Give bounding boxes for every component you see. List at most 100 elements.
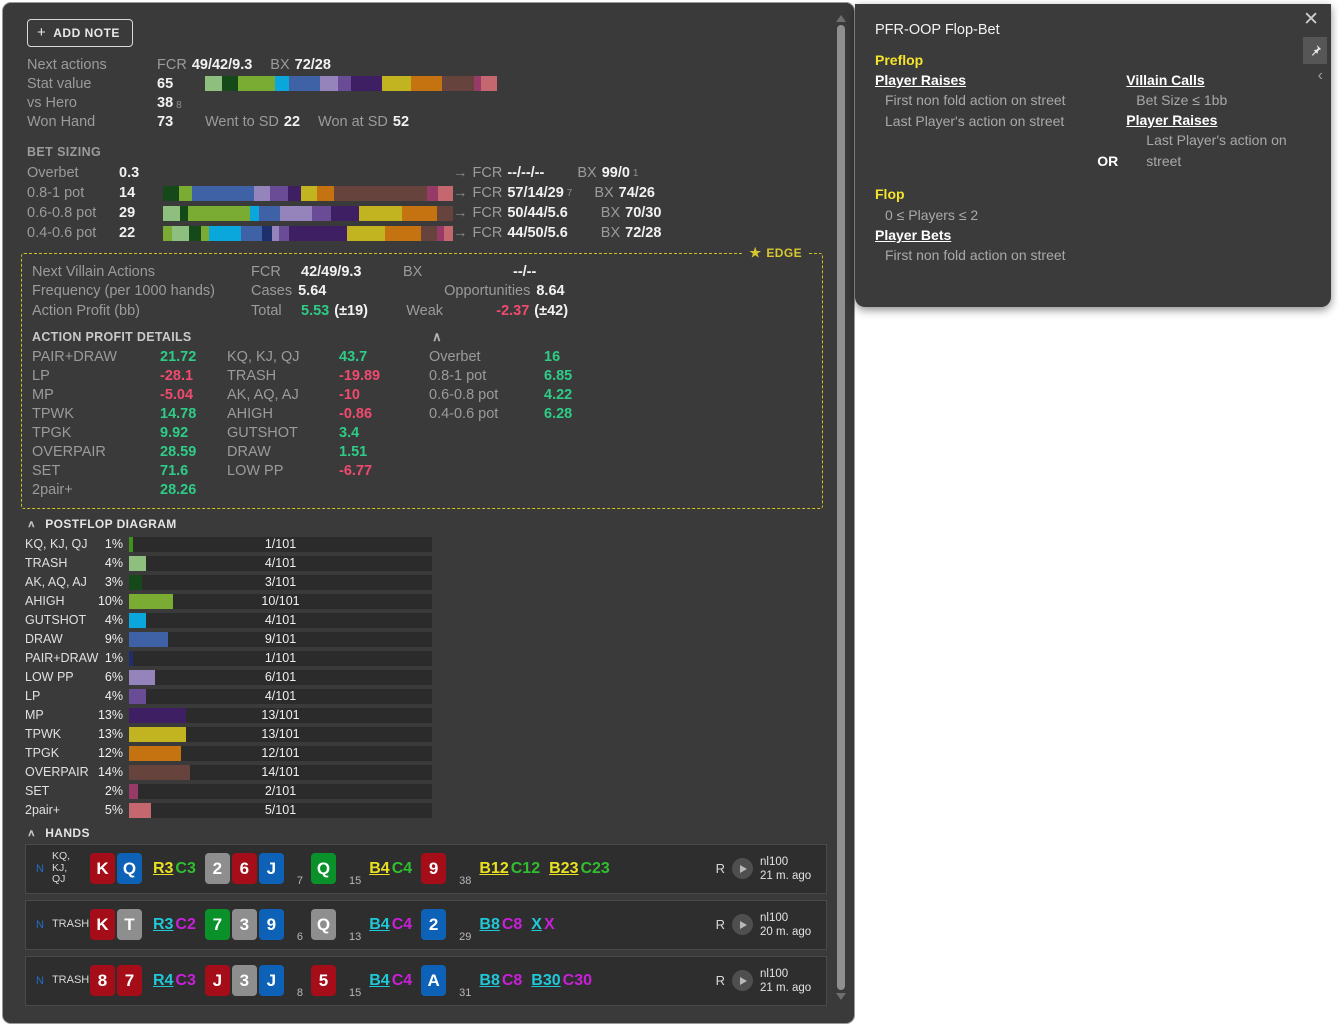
add-note-button[interactable]: + ADD NOTE xyxy=(27,19,133,47)
bar-segment xyxy=(441,76,475,91)
bar-segment xyxy=(278,225,290,241)
postflop-bar-track: 13/101 xyxy=(129,707,432,723)
postflop-count-label: 2/101 xyxy=(264,784,297,798)
preflop-right-line-2: Last Player's action on street xyxy=(1146,132,1287,169)
edge-label: EDGE xyxy=(766,246,802,260)
bet-action: B4 xyxy=(369,859,390,877)
vertical-scrollbar[interactable] xyxy=(834,3,848,1023)
action-profit-item: 0.8-1 pot 6.85 xyxy=(429,367,619,386)
board-cards: Q xyxy=(310,853,338,884)
action-profit-value: 3.4 xyxy=(339,425,360,441)
scrollbar-thumb[interactable] xyxy=(837,25,845,990)
timestamp-label: 21 m. ago xyxy=(760,869,812,882)
postflop-diagram-row: AHIGH 10% 10/101 xyxy=(25,592,841,611)
board-cards: A xyxy=(421,965,448,996)
postflop-count-label: 13/101 xyxy=(261,708,300,722)
playing-card: 8 xyxy=(89,965,115,996)
action-profit-name: GUTSHOT xyxy=(227,425,298,441)
bar-segment xyxy=(289,76,320,91)
replay-button[interactable] xyxy=(732,914,753,935)
bar-segment xyxy=(384,225,422,241)
action-profit-details-grid: PAIR+DRAW 21.72 LP -28.1 MP -5.04 TPWK 14.78 TPG… xyxy=(32,348,812,500)
replay-button[interactable] xyxy=(732,970,753,991)
bx-value: 72/28 xyxy=(625,225,662,241)
chevron-up-icon[interactable]: ∧ xyxy=(432,329,442,345)
bar-segment xyxy=(241,225,262,241)
action-profit-item: LP -28.1 xyxy=(32,367,227,386)
postflop-category-label: 2pair+ xyxy=(25,803,61,817)
bar-segment xyxy=(337,76,351,91)
postflop-bar-track: 3/101 xyxy=(129,574,432,590)
postflop-bar-track: 4/101 xyxy=(129,688,432,704)
bet-sizing-row: 0.4-0.6 pot 22 → FCR 44/50/5.6 BX 72/28 xyxy=(27,223,841,243)
bar-segment xyxy=(331,205,359,221)
preflop-or-label: OR xyxy=(1097,153,1119,169)
postflop-percent: 3% xyxy=(104,575,123,589)
won-hand-label: Won Hand xyxy=(27,113,96,130)
went-to-sd: Went to SD 22 xyxy=(205,114,300,130)
postflop-diagram-row: TPGK 12% 12/101 xyxy=(25,744,841,763)
add-note-label: ADD NOTE xyxy=(53,25,120,40)
close-icon[interactable]: ✕ xyxy=(1303,10,1319,29)
bet-sizing-stats: → FCR --/--/-- BX 99/0 1 xyxy=(453,165,638,181)
action-profit-name: 0.6-0.8 pot xyxy=(429,387,499,403)
playing-card: 2 xyxy=(421,909,447,940)
postflop-percent: 1% xyxy=(104,537,123,551)
playing-card: 7 xyxy=(204,909,230,940)
bar-segment xyxy=(249,205,259,221)
street-label-flop: Flop xyxy=(875,186,905,202)
playing-card: A xyxy=(421,965,447,996)
pin-button[interactable] xyxy=(1303,37,1327,64)
call-action: C3 xyxy=(175,859,196,877)
fcr-value: 50/44/5.6 xyxy=(507,205,568,221)
action-profit-value: 43.7 xyxy=(339,349,368,365)
bet-sizing-value: 14 xyxy=(119,185,136,201)
stake-label: nl100 xyxy=(760,967,789,980)
fcr-key: FCR xyxy=(472,205,503,221)
hand-row[interactable]: N TRASH K T R3 C2 7 3 9 6 Q 13 B4 C4 2 29 B8 C8 X X Rnl100 20… xyxy=(25,899,827,950)
action-profit-details-header[interactable]: ACTION PROFIT DETAILS ∧ xyxy=(32,321,812,348)
result-indicator: R xyxy=(715,861,725,876)
action-profit-name: Overbet xyxy=(429,349,481,365)
hands-header[interactable]: ∧ HANDS xyxy=(3,820,841,844)
collapse-left-icon[interactable]: ‹ xyxy=(1318,68,1323,84)
board-cards: 9 xyxy=(421,853,448,884)
action-profit-item: 0.6-0.8 pot 4.22 xyxy=(429,386,619,405)
scroll-down-arrow-icon[interactable] xyxy=(836,993,846,1000)
scroll-up-arrow-icon[interactable] xyxy=(836,15,846,22)
preflop-right-head: Villain Calls xyxy=(1126,72,1205,88)
bet-sizing-value: 22 xyxy=(119,225,136,241)
playing-card: Q xyxy=(310,853,336,884)
note-indicator: N xyxy=(36,974,44,987)
hud-content: + ADD NOTE Next actions FCR 49/42/9.3 BX 7… xyxy=(3,3,841,1023)
action-profit-value: 21.72 xyxy=(160,349,197,365)
postflop-bar-track: 14/101 xyxy=(129,764,432,780)
replay-button[interactable] xyxy=(732,858,753,879)
chevron-up-icon[interactable]: ∧ xyxy=(27,827,36,838)
edge-bx-key: BX xyxy=(403,263,423,280)
play-icon xyxy=(740,976,747,985)
hand-row[interactable]: N KQ, KJ, QJ K Q R3 C3 2 6 J 7 Q 15 B4 C4 9 38 B12 C12 B23 C2… xyxy=(25,843,827,894)
action-profit-item: TRASH -19.89 xyxy=(227,367,429,386)
action-profit-name: TPGK xyxy=(32,425,72,441)
apd-column-1: PAIR+DRAW 21.72 LP -28.1 MP -5.04 TPWK 14.78 TPG… xyxy=(32,348,227,500)
bet-action: R4 xyxy=(152,971,174,989)
bx-subscript: 1 xyxy=(632,167,639,179)
weak-error: (±42) xyxy=(534,302,569,319)
next-actions-row: Next actions FCR 49/42/9.3 BX 72/28 xyxy=(27,55,841,74)
edge-bx-value: --/-- xyxy=(513,263,537,280)
bar-segment xyxy=(438,185,453,201)
call-action: C8 xyxy=(501,915,523,933)
postflop-bar-track: 13/101 xyxy=(129,726,432,742)
postflop-diagram-header[interactable]: ∧ POSTFLOP DIAGRAM xyxy=(3,509,841,535)
postflop-diagram-row: PAIR+DRAW 1% 1/101 xyxy=(25,649,841,668)
flop-condition: 0 ≤ Players ≤ 2 xyxy=(885,207,979,223)
action-profit-item: TPGK 9.92 xyxy=(32,424,227,443)
bar-segment xyxy=(351,76,383,91)
action-profit-value: -19.89 xyxy=(339,368,381,384)
hand-row[interactable]: N TRASH 8 7 R4 C3 J 3 J 8 5 15 B4 C4 A 31 B8 C8 B30 C30 Rnl1… xyxy=(25,955,827,1006)
action-profit-value: -28.1 xyxy=(160,368,194,384)
next-actions-fcr: FCR 49/42/9.3 xyxy=(157,57,252,73)
chevron-up-icon[interactable]: ∧ xyxy=(27,518,36,529)
action-profit-item: KQ, KJ, QJ 43.7 xyxy=(227,348,429,367)
